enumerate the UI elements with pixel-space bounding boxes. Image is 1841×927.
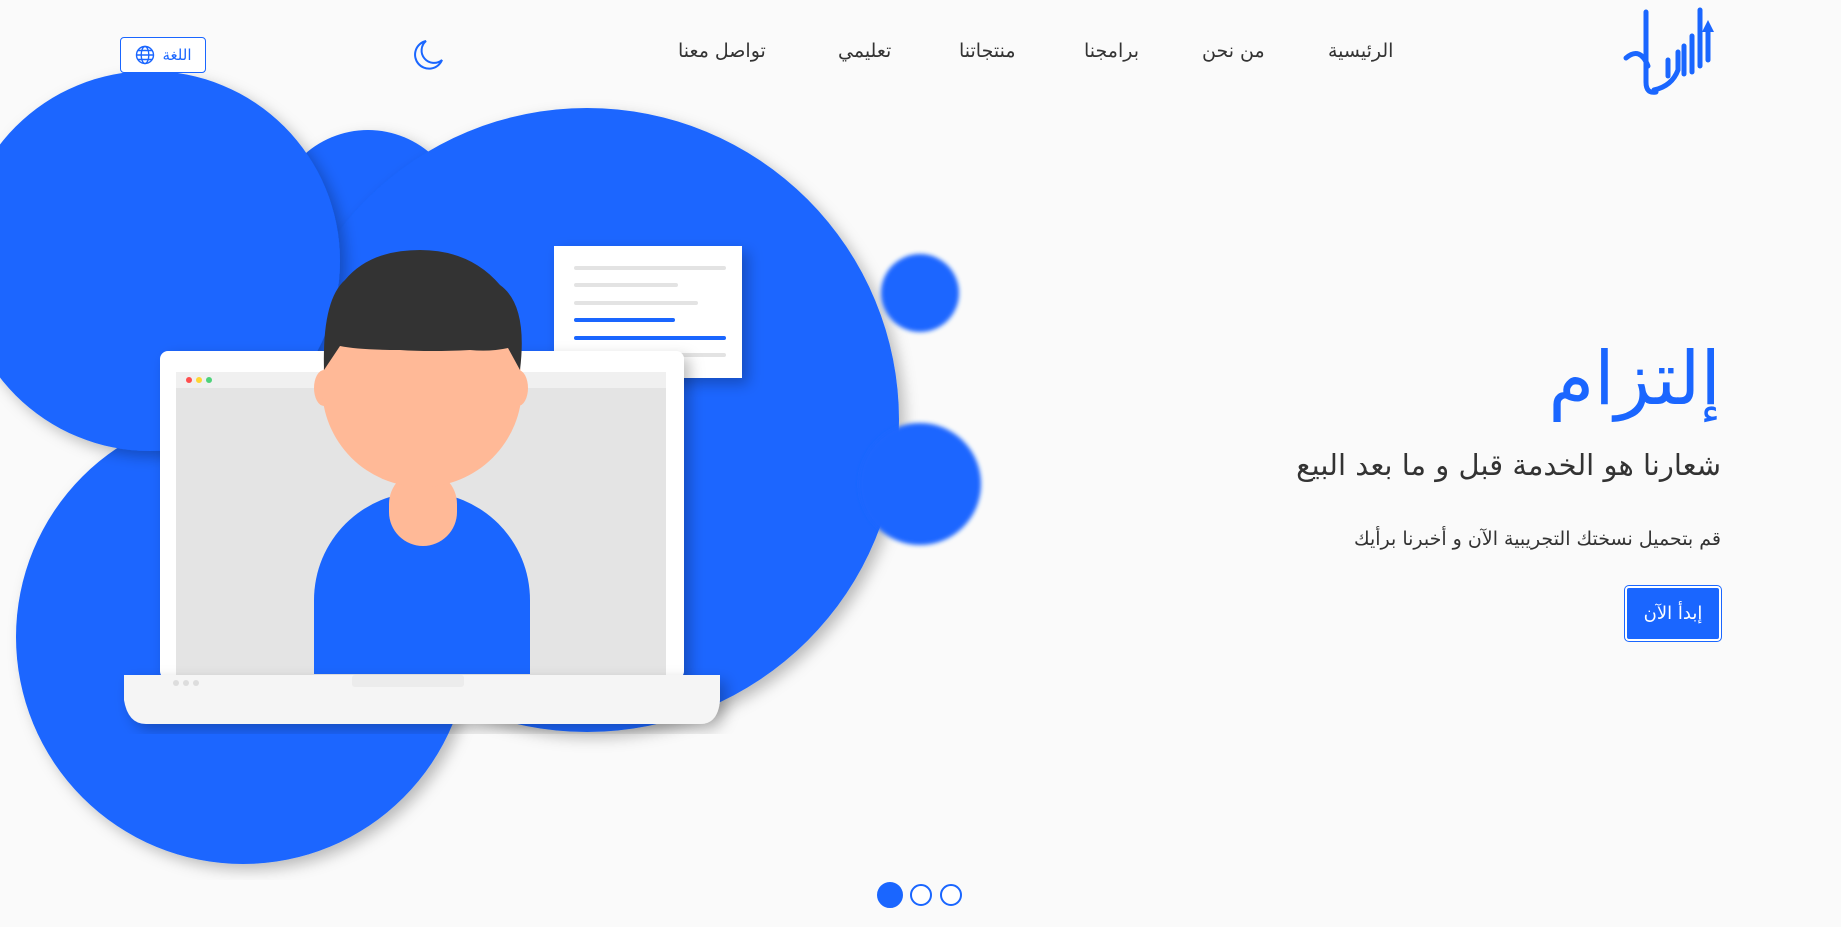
slider-dot-1[interactable]: [877, 882, 903, 908]
decor-circle: [859, 423, 981, 545]
slider-dot-3[interactable]: [940, 884, 962, 906]
hero-title: إلتزام: [1548, 336, 1721, 422]
globe-icon: [135, 45, 154, 65]
brand-logo[interactable]: [1622, 6, 1722, 98]
nav-item-home[interactable]: الرئيسية: [1328, 40, 1393, 62]
decor-circle: [881, 254, 959, 332]
nav-item-about[interactable]: من نحن: [1202, 40, 1265, 62]
moon-icon[interactable]: [412, 38, 444, 72]
start-now-button[interactable]: إبدأ الآن: [1625, 586, 1721, 641]
site-header: الرئيسية من نحن برامجنا منتجاتنا تعليمي …: [0, 0, 1841, 112]
nav-item-products[interactable]: منتجاتنا: [959, 40, 1016, 62]
nav-item-programs[interactable]: برامجنا: [1084, 40, 1139, 62]
nav-item-contact[interactable]: تواصل معنا: [678, 40, 766, 62]
language-button[interactable]: اللغة: [120, 37, 206, 73]
nav-item-education[interactable]: تعليمي: [838, 40, 891, 62]
hero-description: قم بتحميل نسختك التجريبية الآن و أخبرنا …: [1353, 528, 1721, 550]
hero-illustration: [0, 71, 981, 864]
slider-dot-2[interactable]: [910, 884, 932, 906]
language-label: اللغة: [162, 46, 192, 64]
hero-subtitle: شعارنا هو الخدمة قبل و ما بعد البيع: [1296, 448, 1721, 482]
laptop-base: [124, 675, 720, 724]
